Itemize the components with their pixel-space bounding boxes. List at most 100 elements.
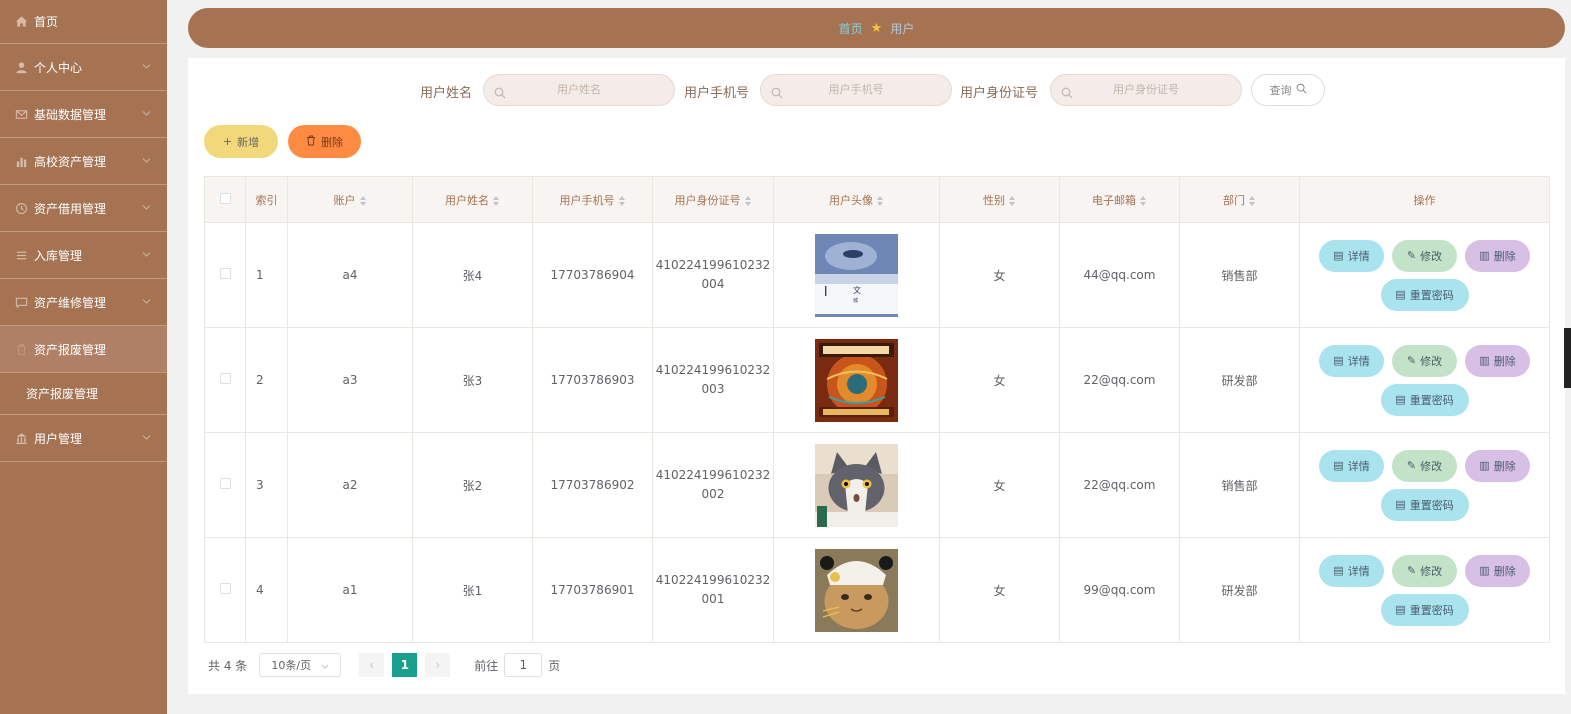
trash-icon <box>14 342 28 356</box>
sidebar-item-label: 资产借用管理 <box>34 201 107 216</box>
reset-password-button[interactable]: ▤ 重置密码 <box>1380 488 1469 521</box>
search-icon <box>771 84 783 103</box>
column-header[interactable]: 用户身份证号 <box>652 176 774 223</box>
query-button[interactable]: 查询 <box>1251 74 1325 106</box>
row-select-cell[interactable] <box>204 327 246 433</box>
sidebar-item-label: 资产维修管理 <box>34 295 107 310</box>
name-label: 用户姓名 <box>420 86 473 101</box>
sort-icon[interactable] <box>1140 195 1147 206</box>
phone-label: 用户手机号 <box>684 86 750 101</box>
edit-button[interactable]: ✎ 修改 <box>1392 449 1457 482</box>
sidebar-item-assets[interactable]: 高校资产管理 <box>0 138 167 185</box>
add-button[interactable]: + 新增 <box>204 125 278 158</box>
select-all-cell[interactable] <box>204 176 246 223</box>
sidebar-item-repair[interactable]: 资产维修管理 <box>0 279 167 326</box>
row-checkbox[interactable] <box>219 583 231 594</box>
search-icon <box>494 84 506 103</box>
table-row: 3 a2 张2 17703786902 410224199610232002 <box>204 432 1550 538</box>
phone-search-input[interactable] <box>761 75 951 105</box>
column-header[interactable]: 用户姓名 <box>412 176 533 223</box>
batch-delete-button[interactable]: 删除 <box>288 125 361 158</box>
detail-button[interactable]: ▤ 详情 <box>1319 344 1384 377</box>
document-icon: ▤ <box>1333 564 1344 577</box>
delete-button[interactable]: ▥ 删除 <box>1465 344 1530 377</box>
column-header[interactable]: 账户 <box>287 176 413 223</box>
sidebar-subitem-scrap[interactable]: 资产报废管理 <box>0 373 167 415</box>
delete-button-label: 删除 <box>321 135 343 149</box>
sort-icon[interactable] <box>618 195 626 206</box>
sort-icon[interactable] <box>359 195 367 206</box>
sort-icon[interactable] <box>493 195 500 206</box>
idcard-cell: 410224199610232 002 <box>652 432 774 538</box>
row-checkbox[interactable] <box>219 373 231 384</box>
pencil-icon: ✎ <box>1406 564 1417 577</box>
user-icon <box>14 60 28 74</box>
list-icon <box>14 248 28 262</box>
document-icon: ▤ <box>1395 603 1406 616</box>
column-header[interactable]: 用户手机号 <box>532 176 653 223</box>
sort-icon[interactable] <box>1249 195 1256 206</box>
avatar-image[interactable]: 文 城 <box>815 233 898 317</box>
trash-icon: ▥ <box>1479 564 1490 577</box>
edit-button[interactable]: ✎ 修改 <box>1392 554 1457 587</box>
sidebar-item-home[interactable]: 首页 <box>0 0 167 44</box>
document-icon: ▤ <box>1395 498 1406 511</box>
dept-cell: 销售部 <box>1179 432 1300 538</box>
name-search-input[interactable] <box>484 75 674 105</box>
delete-button[interactable]: ▥ 删除 <box>1465 554 1530 587</box>
row-checkbox[interactable] <box>219 478 231 489</box>
goto-page-input[interactable]: 1 <box>504 653 543 677</box>
operations-cell: ▤ 详情 ✎ 修改 ▥ 删除 ▤ 重置密码 <box>1299 327 1550 433</box>
column-header[interactable]: 电子邮箱 <box>1059 176 1180 223</box>
avatar-image[interactable] <box>815 548 898 632</box>
row-select-cell[interactable] <box>204 432 246 538</box>
reset-password-button[interactable]: ▤ 重置密码 <box>1380 383 1469 416</box>
home-icon <box>14 15 28 29</box>
add-button-label: 新增 <box>237 135 260 149</box>
phone-cell: 17703786904 <box>532 222 653 328</box>
sidebar-item-profile[interactable]: 个人中心 <box>0 44 167 91</box>
gender-cell: 女 <box>939 327 1060 433</box>
idcard-search-input[interactable] <box>1051 75 1241 105</box>
sort-icon[interactable] <box>744 195 752 206</box>
operations-cell: ▤ 详情 ✎ 修改 ▥ 删除 ▤ 重置密码 <box>1299 432 1550 538</box>
avatar-image[interactable] <box>815 338 898 422</box>
sidebar-item-basic-data[interactable]: 基础数据管理 <box>0 91 167 138</box>
page-size-select[interactable]: 10条/页 <box>259 653 342 677</box>
avatar-image[interactable] <box>815 443 898 527</box>
row-select-cell[interactable] <box>204 222 246 328</box>
chevron-down-icon <box>142 250 151 261</box>
sidebar-item-borrow[interactable]: 资产借用管理 <box>0 185 167 232</box>
detail-button[interactable]: ▤ 详情 <box>1319 449 1384 482</box>
reset-password-button[interactable]: ▤ 重置密码 <box>1380 593 1469 626</box>
detail-button[interactable]: ▤ 详情 <box>1319 554 1384 587</box>
account-cell: a2 <box>287 432 413 538</box>
breadcrumb-home-link[interactable]: 首页 <box>839 20 863 37</box>
delete-button[interactable]: ▥ 删除 <box>1465 239 1530 272</box>
sidebar-item-scrap[interactable]: 资产报废管理 <box>0 326 167 373</box>
idcard-label: 用户身份证号 <box>960 86 1039 101</box>
next-page-button[interactable]: › <box>425 653 451 677</box>
row-checkbox[interactable] <box>219 268 231 279</box>
page-number-button[interactable]: 1 <box>392 653 418 677</box>
edit-button[interactable]: ✎ 修改 <box>1392 239 1457 272</box>
edit-button[interactable]: ✎ 修改 <box>1392 344 1457 377</box>
column-header[interactable]: 用户头像 <box>773 176 940 223</box>
select-all-checkbox[interactable] <box>219 192 231 204</box>
prev-page-button[interactable]: ‹ <box>359 653 385 677</box>
sidebar-item-users[interactable]: 用户管理 <box>0 415 167 462</box>
sort-icon[interactable] <box>1009 195 1016 206</box>
detail-button[interactable]: ▤ 详情 <box>1319 239 1384 272</box>
phone-cell: 17703786901 <box>532 537 653 643</box>
row-select-cell[interactable] <box>204 537 246 643</box>
sidebar-item-stock-in[interactable]: 入库管理 <box>0 232 167 279</box>
avatar-cell <box>773 432 940 538</box>
avatar-cell <box>773 537 940 643</box>
column-header[interactable]: 性别 <box>939 176 1060 223</box>
name-cell: 张1 <box>412 537 533 643</box>
reset-password-button[interactable]: ▤ 重置密码 <box>1380 278 1469 311</box>
delete-button[interactable]: ▥ 删除 <box>1465 449 1530 482</box>
scrollbar-thumb[interactable] <box>1564 328 1571 388</box>
column-header[interactable]: 部门 <box>1179 176 1300 223</box>
sort-icon[interactable] <box>877 195 884 206</box>
